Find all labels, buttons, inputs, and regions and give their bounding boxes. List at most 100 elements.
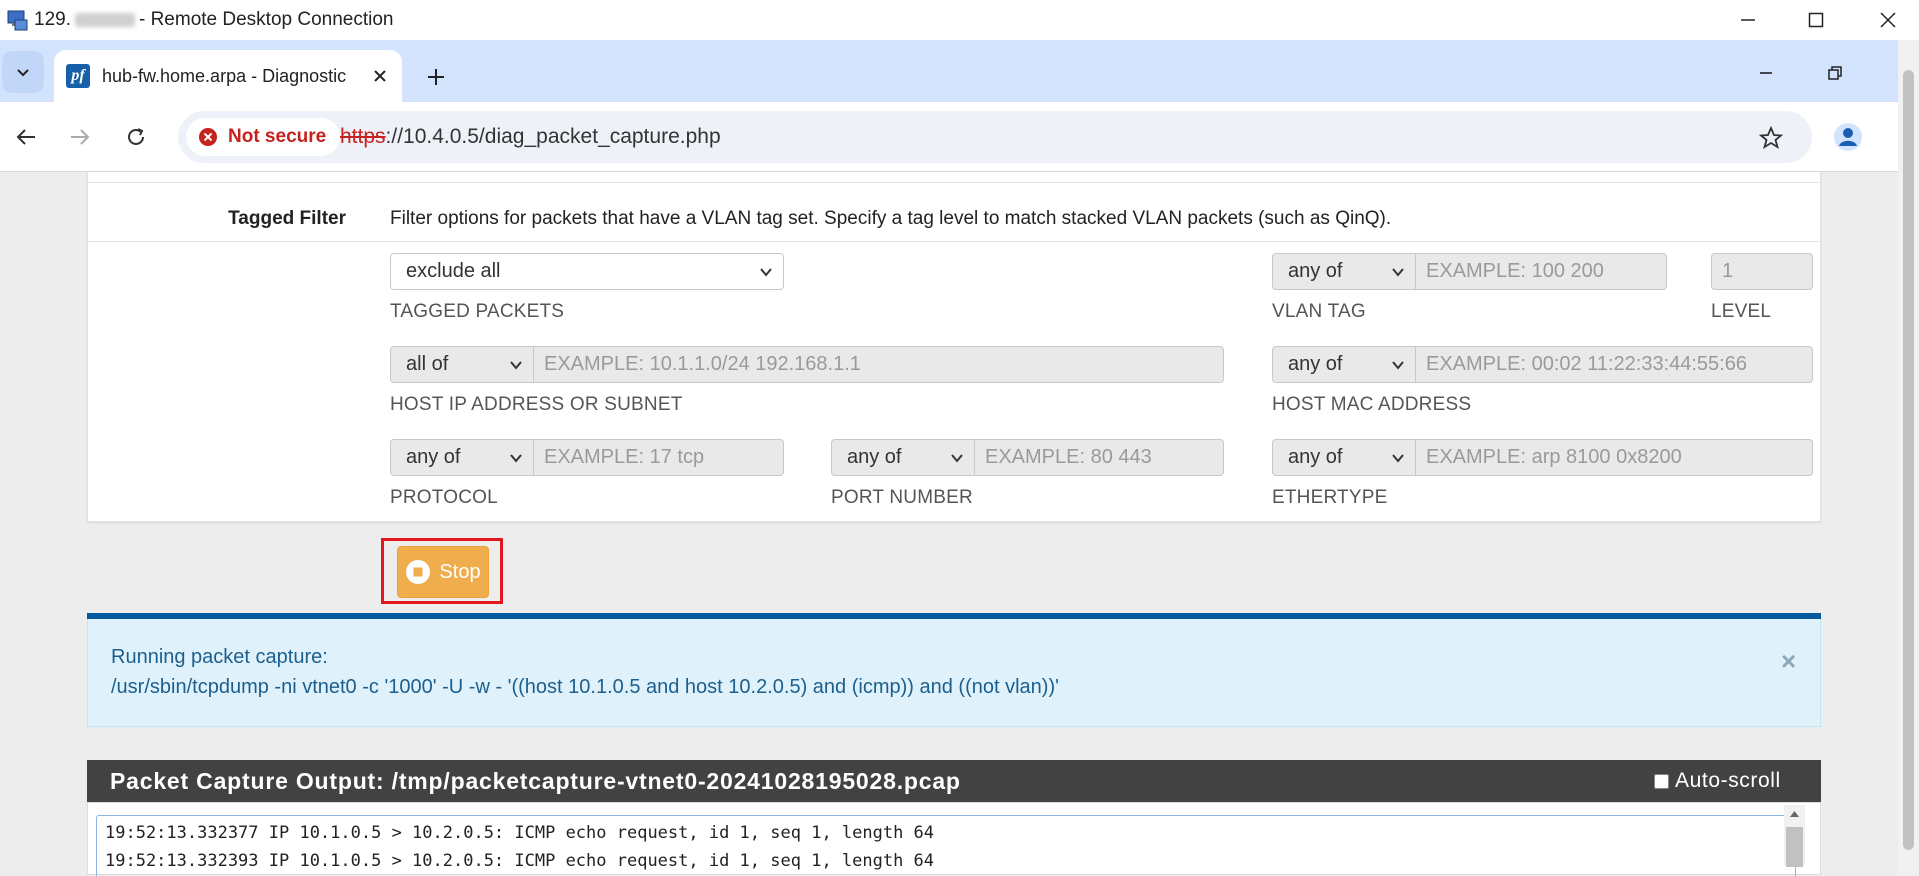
star-icon: [1759, 126, 1783, 149]
remote-desktop-icon: [6, 9, 28, 31]
arrow-right-icon: [71, 129, 90, 145]
output-scrollbar-thumb[interactable]: [1786, 827, 1803, 867]
protocol-mode-value: any of: [406, 446, 461, 468]
vlan-tag-mode-select[interactable]: any of: [1272, 253, 1416, 290]
level-input[interactable]: 1: [1711, 253, 1813, 290]
back-button[interactable]: [6, 117, 46, 157]
new-tab-button[interactable]: [418, 59, 454, 95]
rdp-title-bar: 129. - Remote Desktop Connection: [0, 0, 1919, 40]
reload-icon: [128, 128, 144, 145]
close-icon: [374, 70, 386, 82]
minimize-button[interactable]: [1720, 0, 1776, 40]
ethertype-input[interactable]: EXAMPLE: arp 8100 0x8200: [1416, 439, 1813, 476]
chevron-down-icon: [510, 454, 522, 463]
protocol-mode-select[interactable]: any of: [390, 439, 534, 476]
restore-icon: [1828, 66, 1842, 80]
close-window-button[interactable]: [1860, 0, 1916, 40]
minimize-icon: [1760, 72, 1772, 74]
autoscroll-label: Auto-scroll: [1675, 769, 1781, 792]
tab-title: hub-fw.home.arpa - Diagnostic: [102, 66, 347, 86]
host-mac-mode-select[interactable]: any of: [1272, 346, 1416, 383]
maximize-button[interactable]: [1788, 0, 1844, 40]
tagged-packets-value: exclude all: [406, 260, 501, 282]
pfsense-favicon-icon: pf: [66, 64, 90, 88]
tab-search-button[interactable]: [2, 51, 44, 93]
output-panel-body: 19:52:13.332377 IP 10.1.0.5 > 10.2.0.5: …: [87, 802, 1821, 876]
capture-output-textarea[interactable]: 19:52:13.332377 IP 10.1.0.5 > 10.2.0.5: …: [96, 815, 1796, 876]
chevron-down-icon: [17, 69, 29, 77]
url-rest: ://10.4.0.5/diag_packet_capture.php: [385, 125, 721, 148]
url-text[interactable]: https://10.4.0.5/diag_packet_capture.php: [340, 111, 721, 163]
tab-close-button[interactable]: [368, 64, 392, 88]
chevron-down-icon: [760, 268, 772, 277]
host-mac-mode-value: any of: [1288, 353, 1343, 375]
tagged-packets-select[interactable]: exclude all: [390, 253, 784, 290]
port-label: PORT NUMBER: [831, 487, 973, 508]
chevron-down-icon: [510, 361, 522, 370]
ethertype-label: ETHERTYPE: [1272, 487, 1388, 508]
close-icon: [1880, 12, 1896, 28]
stop-label: Stop: [439, 560, 481, 583]
tagged-packets-label: TAGGED PACKETS: [390, 301, 565, 322]
redacted-ip: [74, 12, 135, 27]
alert-close-button[interactable]: ×: [1781, 646, 1796, 677]
vlan-tag-mode-value: any of: [1288, 260, 1343, 282]
tagged-filter-label: Tagged Filter: [228, 208, 346, 229]
output-title: Packet Capture Output: /tmp/packetcaptur…: [110, 768, 961, 794]
reload-button[interactable]: [116, 117, 156, 157]
arrow-left-icon: [16, 129, 35, 145]
alert-command: /usr/sbin/tcpdump -ni vtnet0 -c '1000' -…: [111, 676, 1059, 698]
protocol-input[interactable]: EXAMPLE: 17 tcp: [534, 439, 784, 476]
address-bar[interactable]: Not secure https://10.4.0.5/diag_packet_…: [178, 111, 1812, 163]
divider: [88, 241, 1820, 242]
profile-button[interactable]: [1830, 119, 1866, 155]
port-mode-select[interactable]: any of: [831, 439, 975, 476]
output-panel-header: Packet Capture Output: /tmp/packetcaptur…: [87, 760, 1821, 802]
browser-minimize-button[interactable]: [1745, 52, 1787, 94]
level-label: LEVEL: [1711, 301, 1772, 322]
profile-avatar-icon: [1834, 123, 1862, 151]
bookmark-button[interactable]: [1756, 123, 1786, 153]
output-line: 19:52:13.332377 IP 10.1.0.5 > 10.2.0.5: …: [105, 823, 935, 843]
page-scrollbar[interactable]: [1898, 40, 1919, 875]
url-scheme: https: [340, 125, 386, 148]
autoscroll-toggle[interactable]: Auto-scroll: [1654, 760, 1781, 802]
browser-toolbar: Not secure https://10.4.0.5/diag_packet_…: [0, 102, 1898, 172]
host-mac-input[interactable]: EXAMPLE: 00:02 11:22:33:44:55:66: [1416, 346, 1813, 383]
output-line: 19:52:13.332393 IP 10.1.0.5 > 10.2.0.5: …: [105, 851, 935, 871]
stop-capture-button[interactable]: Stop: [397, 546, 489, 598]
vlan-tag-label: VLAN TAG: [1272, 301, 1366, 322]
port-input[interactable]: EXAMPLE: 80 443: [975, 439, 1224, 476]
browser-tab-active[interactable]: pf hub-fw.home.arpa - Diagnostic: [54, 50, 402, 102]
window-title-suffix: - Remote Desktop Connection: [138, 9, 394, 30]
stop-circle-icon: [406, 560, 431, 584]
window-title-prefix: 129.: [34, 9, 71, 30]
page-scrollbar-thumb[interactable]: [1903, 70, 1914, 850]
divider: [88, 182, 1820, 183]
output-scrollbar[interactable]: [1784, 805, 1805, 867]
vlan-tag-input[interactable]: EXAMPLE: 100 200: [1416, 253, 1667, 290]
browser-tab-strip: pf hub-fw.home.arpa - Diagnostic: [0, 40, 1898, 102]
protocol-label: PROTOCOL: [390, 487, 498, 508]
host-ip-mode-select[interactable]: all of: [390, 346, 534, 383]
host-ip-mode-value: all of: [406, 353, 449, 375]
browser-restore-button[interactable]: [1814, 52, 1856, 94]
alert-heading: Running packet capture:: [111, 646, 328, 668]
host-ip-label: HOST IP ADDRESS OR SUBNET: [390, 394, 683, 415]
host-ip-input[interactable]: EXAMPLE: 10.1.1.0/24 192.168.1.1: [534, 346, 1224, 383]
window-title: 129. - Remote Desktop Connection: [34, 0, 394, 40]
autoscroll-checkbox[interactable]: [1654, 773, 1669, 789]
minimize-icon: [1741, 19, 1755, 21]
chevron-down-icon: [951, 454, 963, 463]
ethertype-mode-select[interactable]: any of: [1272, 439, 1416, 476]
chevron-down-icon: [1392, 454, 1404, 463]
ethertype-mode-value: any of: [1288, 446, 1343, 468]
capture-status-alert: Running packet capture: /usr/sbin/tcpdum…: [87, 619, 1821, 727]
scroll-up-icon: [1790, 811, 1799, 817]
plus-icon: [428, 69, 444, 85]
security-chip[interactable]: Not secure: [186, 118, 341, 156]
tagged-filter-help: Filter options for packets that have a V…: [390, 208, 1392, 229]
security-label: Not secure: [228, 126, 327, 147]
maximize-icon: [1808, 12, 1824, 28]
forward-button[interactable]: [60, 117, 100, 157]
